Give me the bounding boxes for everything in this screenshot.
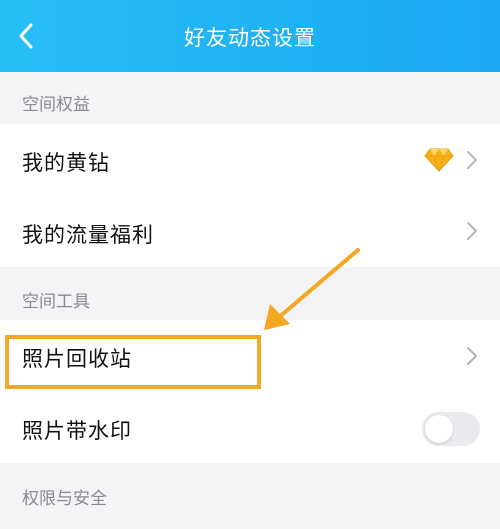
row-label: 我的黄钻 xyxy=(22,151,110,175)
section-title-space-rights: 空间权益 xyxy=(22,95,90,115)
row-label: 照片回收站 xyxy=(22,347,132,371)
watermark-toggle[interactable] xyxy=(422,412,480,446)
row-label: 照片带水印 xyxy=(22,419,132,443)
header-bar: 好友动态设置 xyxy=(0,0,500,72)
chevron-right-icon xyxy=(467,151,477,169)
space-tools-card: 照片回收站 照片带水印 xyxy=(0,320,500,463)
toggle-knob xyxy=(425,415,453,443)
chevron-right-icon xyxy=(467,222,477,240)
page-title: 好友动态设置 xyxy=(184,26,316,50)
row-traffic-benefits[interactable]: 我的流量福利 xyxy=(0,196,500,267)
space-rights-card: 我的黄钻 我的流量福利 xyxy=(0,124,500,267)
row-label: 我的流量福利 xyxy=(22,223,154,247)
chevron-right-icon xyxy=(467,347,477,365)
section-title-permissions: 权限与安全 xyxy=(22,489,107,509)
row-photo-recycle-bin[interactable]: 照片回收站 xyxy=(0,320,500,392)
screen: 好友动态设置 空间权益 我的黄钻 我的流量福利 空间工具 照片回收站 照片带水印… xyxy=(0,0,500,529)
section-title-space-tools: 空间工具 xyxy=(22,292,90,312)
yellow-diamond-icon xyxy=(424,148,454,172)
row-photo-watermark: 照片带水印 xyxy=(0,392,500,463)
row-yellow-diamond[interactable]: 我的黄钻 xyxy=(0,124,500,196)
